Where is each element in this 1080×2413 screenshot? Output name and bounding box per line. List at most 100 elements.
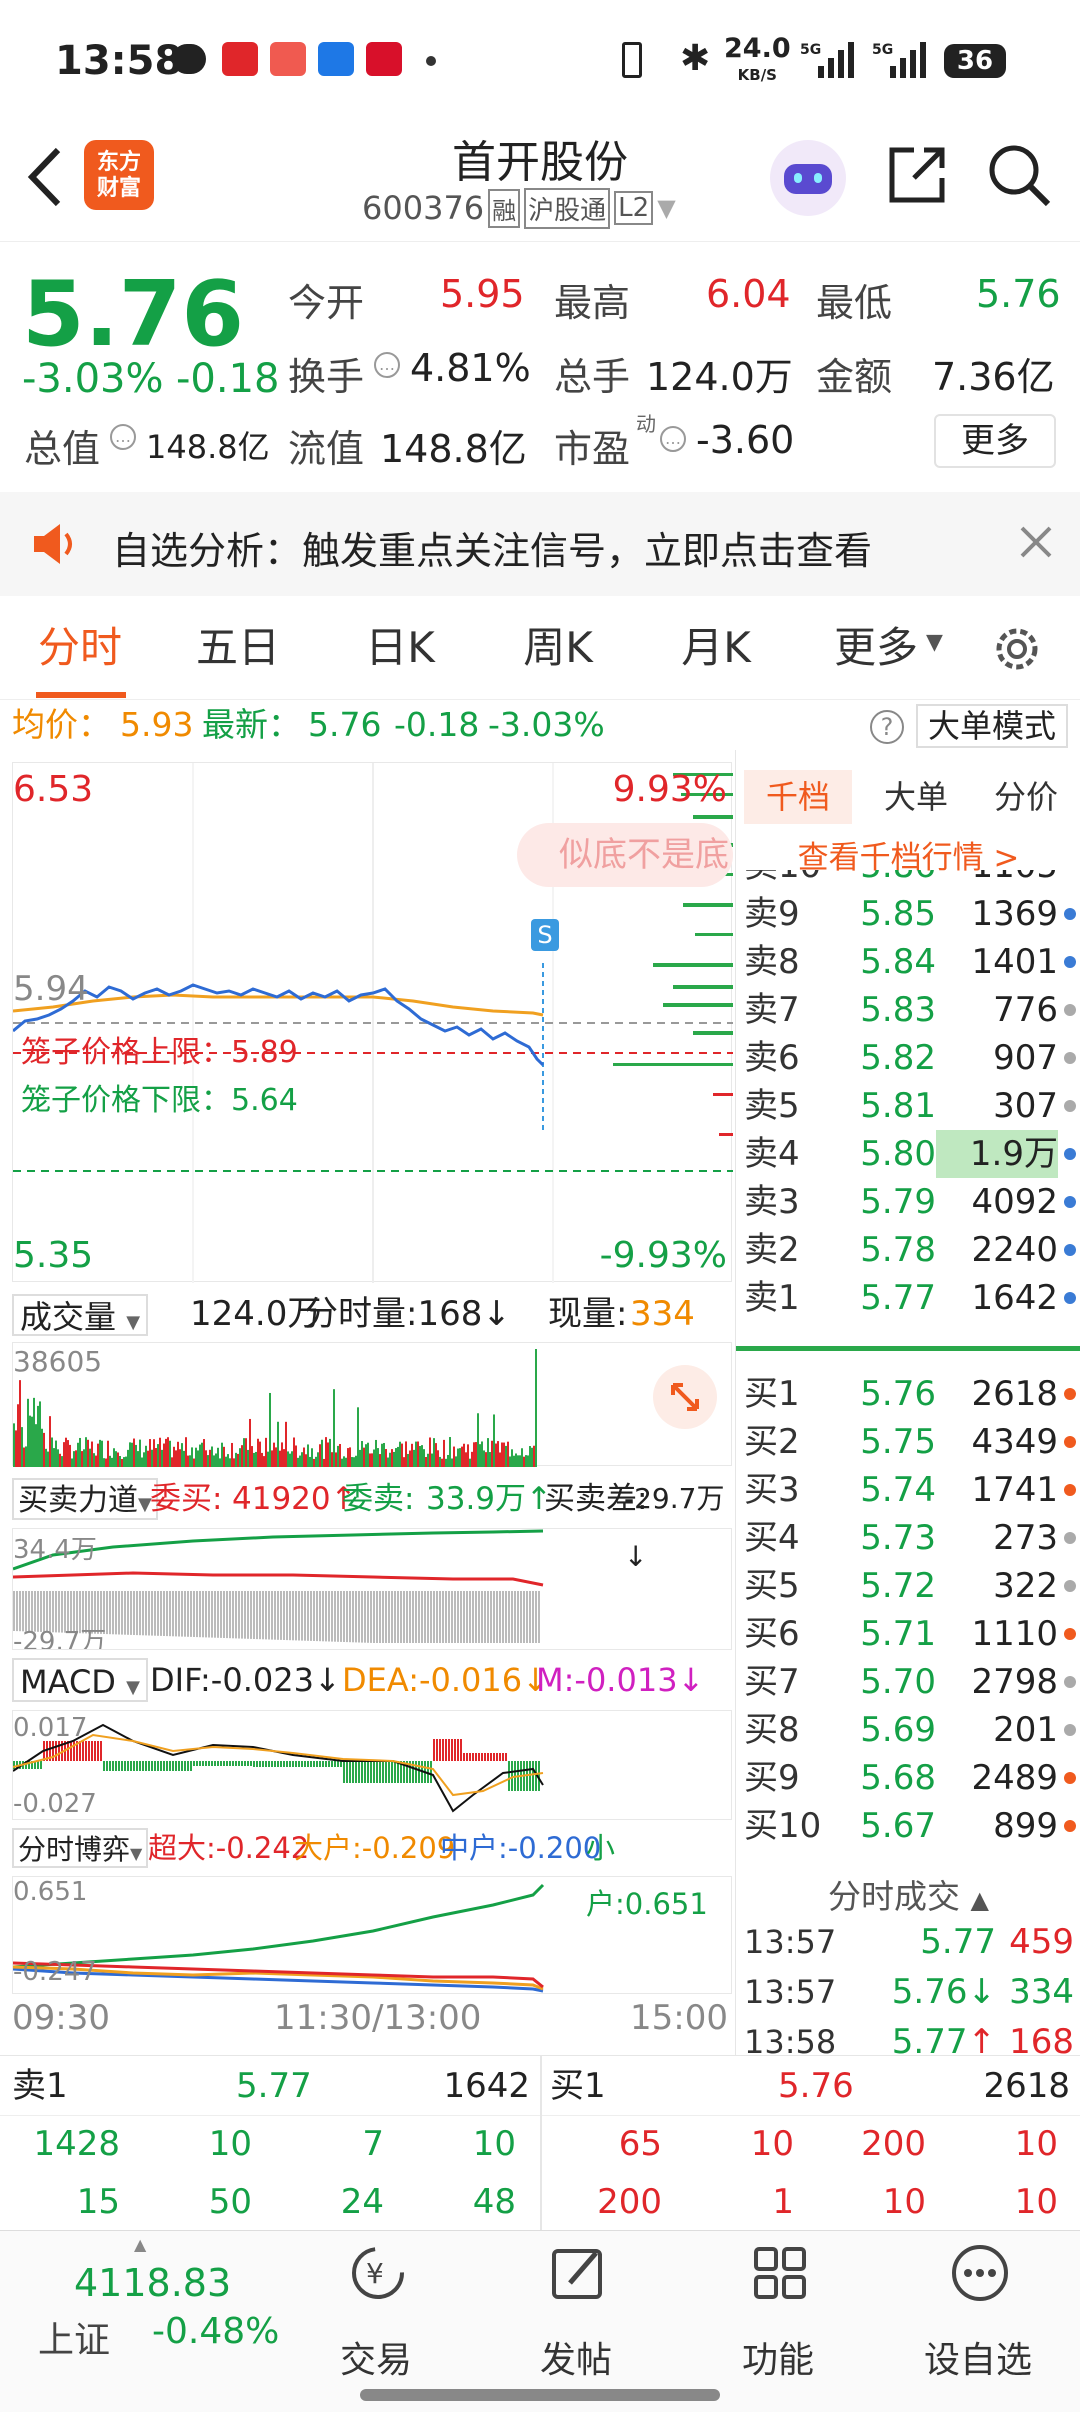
ask-row[interactable]: 卖5 5.81 307 (736, 1082, 1080, 1130)
volume-bar (247, 1449, 249, 1467)
macd-bar (112, 1761, 114, 1771)
volume-bar (173, 1446, 175, 1467)
force-bar (379, 1591, 381, 1643)
volume-bar (453, 1446, 455, 1467)
macd-bar (136, 1761, 138, 1771)
nav-add-watchlist[interactable]: 设自选 (898, 2231, 1058, 2413)
indicator-select-force[interactable]: 买卖力道▼ (12, 1478, 158, 1520)
current-volume: 334 (630, 1294, 695, 1334)
stock-code: 600376 (362, 189, 485, 227)
volume-bar (423, 1449, 425, 1467)
tab-intraday[interactable]: 分时 (20, 596, 140, 700)
force-bar (511, 1591, 513, 1643)
trades-title[interactable]: 分时成交 ▲ (736, 1870, 1080, 1918)
info-icon[interactable]: … (110, 424, 136, 450)
macd-bar (301, 1761, 303, 1767)
macd-bar (265, 1761, 267, 1767)
tab-big-order[interactable]: 大单 (866, 770, 966, 824)
volume-bar (397, 1446, 399, 1467)
queue-order: 50 (208, 2182, 252, 2222)
force-bar (466, 1591, 468, 1643)
gear-icon[interactable] (990, 622, 1044, 676)
macd-bar (85, 1741, 87, 1761)
volume-bar (127, 1449, 129, 1467)
ask-row[interactable]: 卖3 5.79 4092 (736, 1178, 1080, 1226)
bid-row[interactable]: 买3 5.74 1741 (736, 1466, 1080, 1514)
bid-row[interactable]: 买7 5.70 2798 (736, 1658, 1080, 1706)
bid-row[interactable]: 买6 5.71 1110 (736, 1610, 1080, 1658)
ask-row-partial[interactable]: 卖10 5.86 1105 (736, 870, 1080, 890)
back-icon[interactable] (20, 142, 70, 212)
tmall-icon (366, 42, 402, 76)
volume-bar (91, 1441, 93, 1467)
search-icon[interactable] (986, 142, 1052, 208)
tab-weekly-k[interactable]: 周K (498, 596, 618, 700)
macd-bar (451, 1739, 453, 1761)
indicator-select-volume[interactable]: 成交量 ▼ (12, 1294, 149, 1336)
intraday-chart[interactable]: 6.53 9.93% 似底不是底 5.94 S 笼子价格上限：5.89 笼子价格… (12, 762, 733, 1283)
volume-bar (241, 1445, 243, 1467)
indicator-select-game[interactable]: 分时博弈▼ (12, 1828, 149, 1868)
volume-bar (285, 1421, 287, 1467)
force-bar (307, 1591, 309, 1641)
nav-functions[interactable]: 功能 (698, 2231, 858, 2413)
tab-monthly-k[interactable]: 月K (656, 596, 776, 700)
buy1-summary[interactable]: 买1 5.76 2618 (542, 2056, 1080, 2116)
volume-bar (525, 1455, 527, 1467)
expand-icon[interactable] (653, 1365, 717, 1429)
share-icon[interactable] (884, 142, 950, 208)
macd-chart[interactable]: 0.017 -0.027 (12, 1710, 732, 1820)
notice-bar[interactable]: 自选分析：触发重点关注信号，立即点击查看 (0, 492, 1080, 596)
bid-row[interactable]: 买5 5.72 322 (736, 1562, 1080, 1610)
bid-row[interactable]: 买8 5.69 201 (736, 1706, 1080, 1754)
volume-bar (59, 1453, 61, 1467)
bid-row[interactable]: 买2 5.75 4349 (736, 1418, 1080, 1466)
game-chart[interactable]: 0.651 -0.247 (12, 1876, 732, 1994)
nav-trade[interactable]: ¥ 交易 (296, 2231, 456, 2413)
ask-row[interactable]: 卖1 5.77 1642 (736, 1274, 1080, 1322)
tab-depth[interactable]: 千档 (744, 770, 852, 824)
tab-more[interactable]: 更多 (826, 596, 926, 700)
force-bar (346, 1591, 348, 1643)
ask-row[interactable]: 卖9 5.85 1369 (736, 890, 1080, 938)
ask-row[interactable]: 卖8 5.84 1401 (736, 938, 1080, 986)
volume-bar (209, 1449, 211, 1467)
ask-row[interactable]: 卖6 5.82 907 (736, 1034, 1080, 1082)
ask-row[interactable]: 卖7 5.83 776 (736, 986, 1080, 1034)
volume-bar (299, 1455, 301, 1467)
robot-assistant-icon[interactable] (770, 140, 846, 216)
indicator-select-macd[interactable]: MACD ▼ (12, 1658, 148, 1702)
close-icon[interactable] (1016, 522, 1056, 562)
macd-bar (163, 1761, 165, 1771)
index-ticker[interactable]: ▲ 4118.83 上证 -0.48% (30, 2231, 320, 2413)
bottom-signal-watermark[interactable]: 似底不是底 (517, 823, 733, 887)
signal-5g-icon: 5G (800, 40, 860, 80)
big-order-mode-button[interactable]: 大单模式 (916, 704, 1068, 748)
volume-bar (479, 1444, 481, 1467)
tab-daily-k[interactable]: 日K (340, 596, 460, 700)
info-icon[interactable]: … (660, 426, 686, 452)
tab-price-dist[interactable]: 分价 (976, 770, 1076, 824)
sell1-summary[interactable]: 卖1 5.77 1642 (0, 2056, 540, 2116)
volume-bar (383, 1442, 385, 1467)
volume-bar (463, 1443, 465, 1467)
time-mid: 11:30/13:00 (274, 1998, 482, 2038)
bid-row[interactable]: 买9 5.68 2489 (736, 1754, 1080, 1802)
ask-value: 33.9万↑ (426, 1481, 552, 1517)
bid-row[interactable]: 买1 5.76 2618 (736, 1370, 1080, 1418)
nav-post[interactable]: 发帖 (496, 2231, 656, 2413)
bid-row[interactable]: 买10 5.67 899 (736, 1802, 1080, 1850)
ask-row[interactable]: 卖4 5.80 1.9万 (736, 1130, 1080, 1178)
tab-five-day[interactable]: 五日 (178, 596, 298, 700)
more-button[interactable]: 更多 (934, 414, 1056, 468)
info-icon[interactable]: … (374, 352, 400, 378)
help-icon[interactable]: ? (870, 710, 904, 744)
ask-row[interactable]: 卖2 5.78 2240 (736, 1226, 1080, 1274)
chevron-down-icon[interactable]: ▼ (657, 194, 675, 222)
force-chart[interactable]: 34.4万 -29.7万 (12, 1528, 732, 1650)
volume-chart[interactable]: 38605 (12, 1342, 732, 1467)
bid-row[interactable]: 买4 5.73 273 (736, 1514, 1080, 1562)
app-logo[interactable]: 东方 财富 (84, 140, 154, 210)
signal-marker[interactable]: S (531, 919, 559, 951)
force-bar (133, 1591, 135, 1635)
